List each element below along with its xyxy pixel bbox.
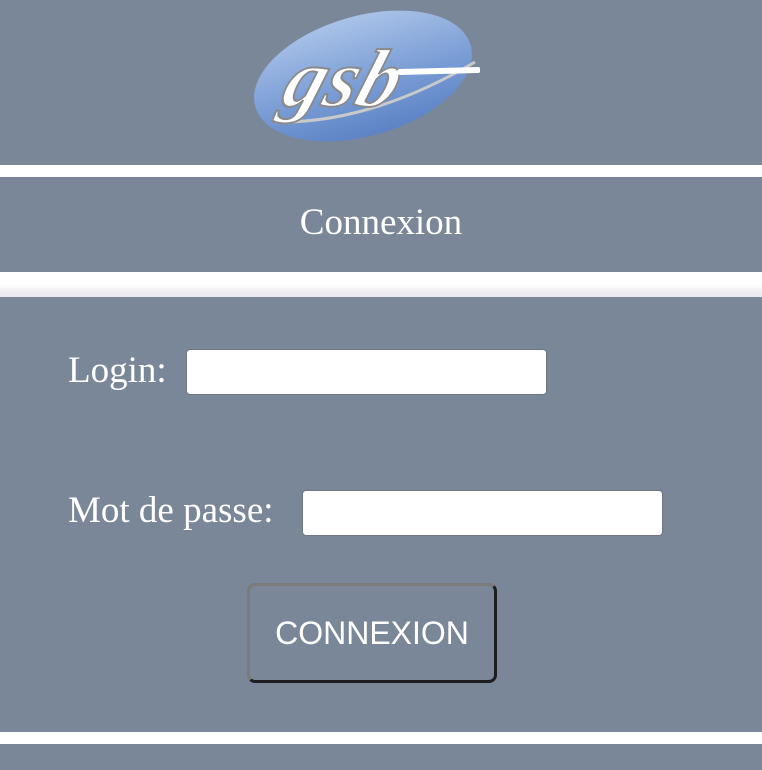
page-title: Connexion xyxy=(299,202,463,243)
footer-band xyxy=(0,744,762,770)
password-label: Mot de passe: xyxy=(68,490,274,531)
password-input[interactable] xyxy=(302,490,663,536)
login-label: Login: xyxy=(68,350,167,391)
connexion-button[interactable]: CONNEXION xyxy=(247,583,497,683)
gsb-logo: gsb xyxy=(254,10,480,142)
login-input[interactable] xyxy=(186,349,547,395)
separator xyxy=(0,284,762,297)
